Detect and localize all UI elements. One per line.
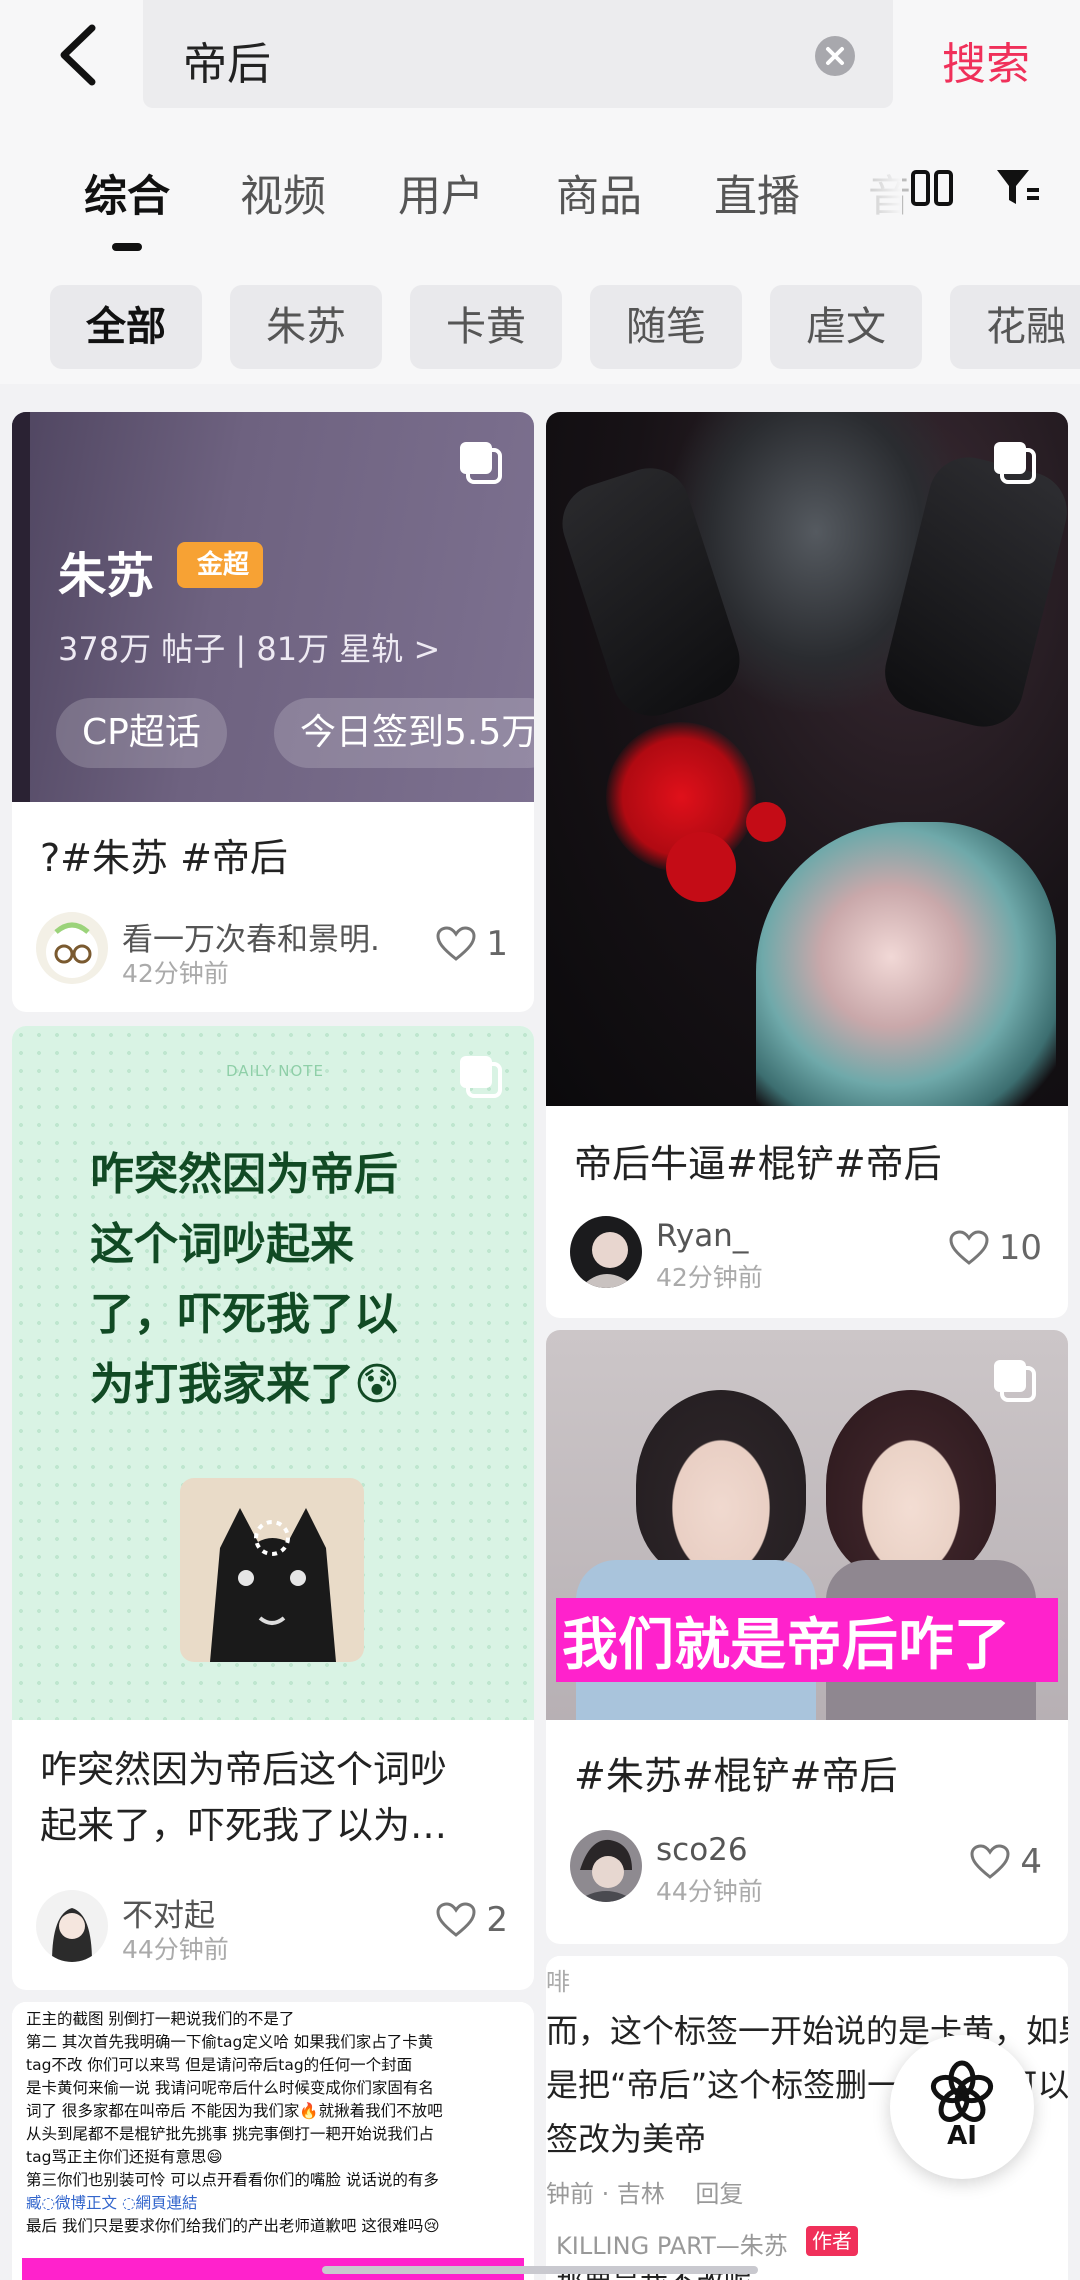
back-arrow-icon[interactable] [52, 22, 112, 88]
text-screenshot: 正主的截图 别倒打一耙说我们的不是了 第二 其次首先我明确一下偷tag定义哈 如… [12, 2002, 534, 2280]
cat-image [180, 1478, 364, 1662]
like-button[interactable]: 1 [436, 924, 508, 964]
chip-kahuang[interactable]: 卡黄 [410, 285, 562, 369]
post-card[interactable]: 我们就是帝后咋了 #朱苏#棍铲#帝后 sco26 44分钟前 4 [546, 1330, 1068, 1944]
screenshot-text: 正主的截图 别倒打一耙说我们的不是了 第二 其次首先我明确一下偷tag定义哈 如… [26, 2010, 443, 2235]
filter-chips: 全部 朱苏 卡黄 随笔 虐文 花融 [0, 260, 1080, 384]
post-time: 42分钟前 [656, 1263, 763, 1292]
post-image [546, 412, 1068, 1106]
supertopic-pill: CP超话 [56, 698, 227, 768]
heart-icon [436, 926, 476, 961]
tab-fade [862, 160, 902, 220]
supertopic-name: 朱苏 [58, 548, 155, 604]
note-text: 咋突然因为帝后 这个词吵起来 了，吓死我了以 为打我家来了😰 [90, 1149, 400, 1410]
avatar [36, 1890, 108, 1962]
heart-icon [436, 1902, 476, 1937]
like-count: 2 [486, 1900, 508, 1940]
category-tabs: 综合 视频 用户 商品 直播 音 [0, 110, 1080, 260]
post-card[interactable]: 朱苏 金超 378万 帖子 | 81万 星轨 > CP超话 今日签到5.5万 ?… [12, 412, 534, 1012]
tab-products[interactable]: 商品 [556, 162, 642, 224]
daily-note-caption: DAILY NOTE [226, 1062, 324, 1080]
chip-essay[interactable]: 随笔 [590, 285, 742, 369]
author-name: 看一万次春和景明. [122, 922, 380, 958]
post-title: 帝后牛逼#棍铲#帝后 [574, 1142, 942, 1186]
image-caption: 我们就是帝后咋了 [562, 1613, 1010, 1678]
post-time: 42分钟前 [122, 959, 229, 988]
like-count: 1 [486, 924, 508, 964]
tab-comprehensive[interactable]: 综合 [84, 162, 170, 224]
heart-icon [970, 1844, 1010, 1879]
search-button[interactable]: 搜索 [942, 28, 1030, 92]
tab-live[interactable]: 直播 [714, 162, 800, 224]
chip-all[interactable]: 全部 [50, 285, 202, 369]
top-search-bar: 帝后 搜索 [0, 0, 1080, 110]
multi-image-icon [458, 440, 504, 486]
heart-icon [949, 1230, 989, 1265]
avatar [570, 1830, 642, 1902]
active-tab-indicator [112, 243, 142, 251]
post-time: 44分钟前 [656, 1877, 763, 1906]
author-name: 不对起 [122, 1898, 215, 1934]
multi-image-icon [992, 440, 1038, 486]
supertopic-badge: 金超 [177, 542, 264, 588]
like-button[interactable]: 2 [436, 1900, 508, 1940]
ai-label: AI [947, 2121, 977, 2151]
like-button[interactable]: 4 [970, 1842, 1042, 1882]
search-query-text: 帝后 [183, 39, 271, 90]
avatar [36, 912, 108, 984]
chip-angst[interactable]: 虐文 [770, 285, 922, 369]
author-name: sco26 [656, 1832, 748, 1868]
chip-huarong[interactable]: 花融 [950, 285, 1080, 369]
tab-users[interactable]: 用户 [398, 162, 484, 224]
like-button[interactable]: 10 [949, 1228, 1042, 1268]
ai-assistant-button[interactable]: AI [890, 2035, 1034, 2179]
multi-image-icon [458, 1054, 504, 1100]
ai-flower-icon [930, 2060, 994, 2122]
like-count: 4 [1020, 1842, 1042, 1882]
search-input[interactable]: 帝后 [143, 0, 893, 108]
post-image: 我们就是帝后咋了 [546, 1330, 1068, 1720]
post-time: 44分钟前 [122, 1935, 229, 1964]
author-tag: 作者 [806, 2226, 858, 2256]
supertopic-checkin: 今日签到5.5万 [274, 698, 534, 768]
filter-icon[interactable] [995, 166, 1041, 210]
tab-video[interactable]: 视频 [240, 162, 326, 224]
home-indicator [322, 2266, 758, 2274]
like-count: 10 [998, 1228, 1042, 1268]
post-card[interactable]: DAILY NOTE 咋突然因为帝后 这个词吵起来 了，吓死我了以 为打我家来了… [12, 1026, 534, 1990]
post-title: #朱苏#棍铲#帝后 [574, 1754, 898, 1798]
author-name: Ryan_ [656, 1218, 749, 1254]
post-card[interactable]: 正主的截图 别倒打一耙说我们的不是了 第二 其次首先我明确一下偷tag定义哈 如… [12, 2002, 534, 2280]
post-title: ?#朱苏 #帝后 [40, 836, 288, 880]
clear-search-icon[interactable] [815, 36, 855, 76]
layout-toggle-icon[interactable] [910, 168, 954, 208]
post-card[interactable]: 帝后牛逼#棍铲#帝后 Ryan_ 42分钟前 10 [546, 412, 1068, 1318]
chip-zhusu[interactable]: 朱苏 [230, 285, 382, 369]
supertopic-stats: 378万 帖子 | 81万 星轨 > [58, 630, 441, 668]
post-image: DAILY NOTE 咋突然因为帝后 这个词吵起来 了，吓死我了以 为打我家来了… [12, 1026, 534, 1720]
avatar [570, 1216, 642, 1288]
multi-image-icon [992, 1358, 1038, 1404]
post-image: 朱苏 金超 378万 帖子 | 81万 星轨 > CP超话 今日签到5.5万 [12, 412, 534, 802]
post-title: 咋突然因为帝后这个词吵 起来了，吓死我了以为… [40, 1748, 447, 1847]
